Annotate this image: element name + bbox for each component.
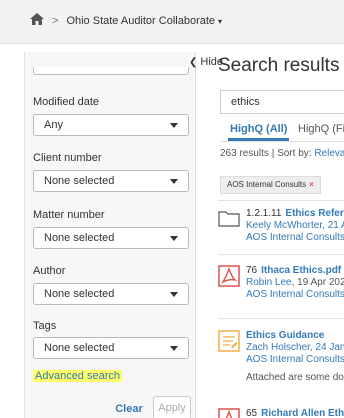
pdf-icon (218, 265, 240, 287)
filter-label-tags: Tags (33, 320, 57, 332)
active-filter-label: AOS Internal Consults (227, 180, 307, 189)
breadcrumb: > Ohio State Auditor Collaborate ▾ (30, 13, 222, 28)
select-value: None selected (44, 232, 115, 244)
folder-icon (218, 208, 240, 230)
page-title: Search results (218, 55, 340, 76)
sort-dropdown[interactable]: Relevan (314, 148, 344, 159)
result-location[interactable]: AOS Internal Consults/1 (246, 232, 344, 243)
filter-label-matter-number: Matter number (33, 209, 105, 221)
caret-down-icon (170, 292, 178, 297)
caret-down-icon: ▾ (218, 16, 223, 26)
result-title: Ethics Referral (285, 208, 344, 219)
result-divider (218, 200, 344, 201)
site-selector[interactable]: Ohio State Auditor Collaborate ▾ (66, 15, 222, 27)
search-query: ethics (231, 96, 260, 108)
apply-button[interactable]: Apply (153, 396, 191, 418)
result-location[interactable]: AOS Internal Consults (246, 354, 344, 365)
caret-down-icon (170, 123, 178, 128)
search-input[interactable]: ethics (220, 90, 344, 114)
select-value: None selected (44, 342, 115, 354)
author-select[interactable]: None selected (33, 283, 189, 305)
caret-down-icon (170, 179, 178, 184)
result-author[interactable]: Zach Holscher, 24 Jan 2 (246, 342, 344, 353)
results-count: 263 results | Sort by: Relevan (220, 148, 344, 159)
tab-highq-all[interactable]: HighQ (All) (227, 123, 290, 141)
caret-down-icon (170, 236, 178, 241)
result-date: , 19 Apr 2024 (291, 277, 344, 288)
note-icon (218, 330, 240, 352)
matter-number-select[interactable]: None selected (33, 227, 189, 249)
site-name: Ohio State Auditor Collaborate (66, 14, 216, 27)
chevron-left-icon: ❮ (188, 57, 198, 68)
client-number-select[interactable]: None selected (33, 170, 189, 192)
result-number: 1.2.1.11 (246, 208, 282, 219)
caret-down-icon (170, 346, 178, 351)
filter-label-author: Author (33, 265, 66, 277)
result-title-link[interactable]: Ethics Guidance (246, 330, 324, 341)
remove-filter-icon[interactable]: × (309, 180, 314, 189)
result-number: 76 (246, 265, 258, 276)
result-snippet: Attached are some docu (246, 372, 344, 383)
top-bar: > Ohio State Auditor Collaborate ▾ (0, 0, 344, 44)
advanced-search-link[interactable]: Advanced search (33, 370, 122, 382)
result-title-link[interactable]: 65Richard Allen Ethics (246, 408, 344, 418)
tab-highq-files[interactable]: HighQ (Fil (298, 123, 344, 135)
source-tabs: HighQ (All) HighQ (Fil (220, 120, 344, 142)
result-author[interactable]: Keely McWhorter, 21 Ap (246, 220, 344, 231)
result-author[interactable]: Robin Lee (246, 277, 292, 288)
filter-label-client-number: Client number (33, 152, 102, 164)
result-number: 65 (246, 408, 258, 418)
result-author-line: Robin Lee, 19 Apr 2024 (246, 277, 344, 288)
result-divider (218, 318, 344, 319)
select-value: None selected (44, 175, 115, 187)
select-value: Any (44, 119, 63, 131)
result-title-link[interactable]: 1.2.1.11Ethics Referral (246, 208, 344, 219)
active-filter-chip: AOS Internal Consults × (220, 176, 321, 194)
clear-button[interactable]: Clear (111, 398, 147, 418)
modified-date-select[interactable]: Any (33, 114, 189, 136)
select-value: None selected (44, 288, 115, 300)
home-icon[interactable] (30, 13, 44, 28)
result-title-link[interactable]: 76Ithaca Ethics.pdf● (246, 265, 344, 276)
tags-select[interactable]: None selected (33, 337, 189, 359)
result-title: Richard Allen Ethics (261, 408, 344, 418)
filter-panel: ❮ Hide Modified date Any Client number No… (24, 52, 223, 418)
breadcrumb-separator: > (52, 14, 59, 27)
select-partial[interactable] (33, 67, 189, 75)
pdf-icon (218, 408, 240, 418)
result-title: Ithaca Ethics.pdf (261, 265, 342, 276)
result-divider (218, 254, 344, 255)
result-location[interactable]: AOS Internal Consults/ (246, 289, 344, 300)
result-title: Ethics Guidance (246, 330, 325, 341)
filter-label-modified-date: Modified date (33, 96, 100, 108)
results-count-text: 263 results | Sort by: (220, 148, 315, 159)
